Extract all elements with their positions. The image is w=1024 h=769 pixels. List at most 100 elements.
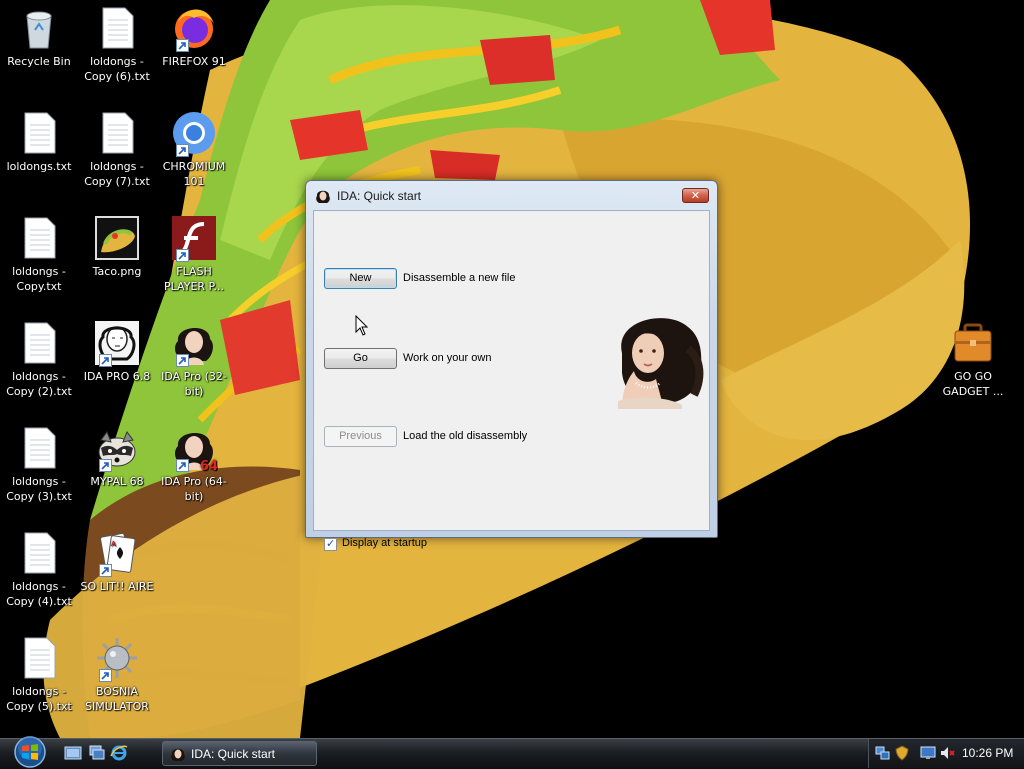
clock[interactable]: 10:26 PM xyxy=(962,746,1013,760)
icon-label: loldongs - Copy (7).txt xyxy=(84,160,150,188)
desktop-icon-go-go-gadget[interactable]: GO GO GADGET ... xyxy=(935,319,1011,399)
shortcut-arrow-icon xyxy=(176,459,189,472)
desktop-icon-ida-pro-64[interactable]: 64 IDA Pro (64-bit) xyxy=(156,424,232,504)
briefcase-icon xyxy=(949,319,997,367)
icon-label: loldongs - Copy (4).txt xyxy=(6,580,72,608)
taskbar-window-ida-quick-start[interactable]: IDA: Quick start xyxy=(162,741,317,766)
desktop-icon-so-lit-aire[interactable]: A SO LIT!! AIRE xyxy=(79,529,155,594)
ida-quick-start-dialog: IDA: Quick start ✕ New Disassemble a new… xyxy=(305,180,718,551)
ida-lovelace-portrait xyxy=(618,318,704,409)
desktop-icon-ida-pro-32[interactable]: IDA Pro (32-bit) xyxy=(156,319,232,399)
previous-button[interactable]: Previous xyxy=(324,426,397,447)
previous-description: Load the old disassembly xyxy=(403,430,528,442)
icon-label: loldongs - Copy (6).txt xyxy=(84,55,150,83)
desktop-icon-firefox-91[interactable]: FIREFOX 91 xyxy=(156,4,232,69)
dialog-content: New Disassemble a new file Go Work on yo… xyxy=(313,210,710,551)
ida-sketch-portrait-icon xyxy=(93,319,141,367)
recycle-bin-icon xyxy=(15,4,63,52)
icon-label: SO LIT!! AIRE xyxy=(80,580,154,593)
icon-label: IDA Pro (64-bit) xyxy=(161,475,227,503)
icon-label: CHROMIUM 101 xyxy=(162,160,226,188)
text-file-icon xyxy=(15,529,63,577)
new-button[interactable]: New xyxy=(324,268,397,289)
icon-label: MYPAL 68 xyxy=(90,475,144,488)
svg-text:64: 64 xyxy=(200,459,218,472)
desktop-icon-loldongs-copy-2[interactable]: loldongs - Copy (2).txt xyxy=(1,319,77,399)
firefox-icon xyxy=(170,4,218,52)
svg-text:A: A xyxy=(111,540,116,548)
new-button-label: New xyxy=(349,272,372,284)
security-tray-icon[interactable] xyxy=(894,745,910,761)
icon-label: Taco.png xyxy=(92,265,142,278)
desktop-icon-recycle-bin[interactable]: Recycle Bin xyxy=(1,4,77,69)
text-file-icon xyxy=(93,4,141,52)
desktop-icon-loldongs-copy-4[interactable]: loldongs - Copy (4).txt xyxy=(1,529,77,609)
ida-64-portrait-icon: 64 xyxy=(170,424,218,472)
icon-label: loldongs - Copy (2).txt xyxy=(6,370,72,398)
start-button[interactable] xyxy=(9,735,51,768)
display-at-startup-checkbox[interactable]: ✓ xyxy=(324,537,337,551)
desktop-icon-loldongs-copy-7[interactable]: loldongs - Copy (7).txt xyxy=(79,109,155,189)
raccoon-icon xyxy=(93,424,141,472)
chromium-icon xyxy=(170,109,218,157)
new-description: Disassemble a new file xyxy=(403,272,516,284)
icon-label: FIREFOX 91 xyxy=(162,55,226,68)
ida-portrait-icon xyxy=(170,319,218,367)
icon-label: loldongs.txt xyxy=(6,160,72,173)
icon-label: loldongs - Copy.txt xyxy=(12,265,66,293)
network-tray-icon[interactable] xyxy=(875,745,891,761)
text-file-icon xyxy=(15,214,63,262)
mouse-pointer-icon xyxy=(355,315,369,336)
text-file-icon xyxy=(15,319,63,367)
close-icon: ✕ xyxy=(690,189,701,202)
go-button-label: Go xyxy=(353,352,368,364)
taskbar-window-label: IDA: Quick start xyxy=(191,747,276,761)
desktop-icon-chromium-101[interactable]: CHROMIUM 101 xyxy=(156,109,232,189)
icon-label: GO GO GADGET ... xyxy=(942,370,1004,398)
taco-image-icon xyxy=(93,214,141,262)
shortcut-arrow-icon xyxy=(176,39,189,52)
text-file-icon xyxy=(15,424,63,472)
icon-label: BOSNIA SIMULATOR xyxy=(85,685,149,713)
internet-explorer-icon[interactable] xyxy=(110,744,128,762)
desktop-icon-loldongs-copy-6[interactable]: loldongs - Copy (6).txt xyxy=(79,4,155,84)
text-file-icon xyxy=(93,109,141,157)
display-at-startup-label: Display at startup xyxy=(342,537,427,549)
ida-portrait-icon xyxy=(171,748,185,761)
go-button[interactable]: Go xyxy=(324,348,397,369)
ida-portrait-icon xyxy=(316,190,330,203)
desktop-icon-taco-png[interactable]: Taco.png xyxy=(79,214,155,279)
text-file-icon xyxy=(15,634,63,682)
desktop-icon-ida-pro-68[interactable]: IDA PRO 6.8 xyxy=(79,319,155,384)
switch-windows-icon[interactable] xyxy=(88,744,106,762)
icon-label: loldongs - Copy (3).txt xyxy=(6,475,72,503)
close-button[interactable]: ✕ xyxy=(682,188,709,203)
shortcut-arrow-icon xyxy=(176,144,189,157)
checkmark-icon: ✓ xyxy=(326,537,336,550)
show-desktop-icon[interactable] xyxy=(64,744,82,762)
playing-cards-icon: A xyxy=(93,529,141,577)
display-tray-icon[interactable] xyxy=(920,745,936,761)
volume-muted-icon[interactable] xyxy=(939,745,955,761)
shortcut-arrow-icon xyxy=(176,249,189,262)
icon-label: IDA PRO 6.8 xyxy=(83,370,151,383)
icon-label: Recycle Bin xyxy=(7,55,71,68)
desktop-icon-loldongs-copy-3[interactable]: loldongs - Copy (3).txt xyxy=(1,424,77,504)
desktop-icon-loldongs[interactable]: loldongs.txt xyxy=(1,109,77,174)
desktop-icon-bosnia-simulator[interactable]: BOSNIA SIMULATOR xyxy=(79,634,155,714)
desktop-icon-loldongs-copy[interactable]: loldongs - Copy.txt xyxy=(1,214,77,294)
shortcut-arrow-icon xyxy=(99,459,112,472)
desktop-icon-flash-player[interactable]: FLASH PLAYER P... xyxy=(156,214,232,294)
previous-button-label: Previous xyxy=(339,430,382,442)
desktop-icon-mypal-68[interactable]: MYPAL 68 xyxy=(79,424,155,489)
icon-label: loldongs - Copy (5).txt xyxy=(6,685,72,713)
spiked-mine-icon xyxy=(93,634,141,682)
text-file-icon xyxy=(15,109,63,157)
desktop-icon-loldongs-copy-5[interactable]: loldongs - Copy (5).txt xyxy=(1,634,77,714)
dialog-titlebar[interactable]: IDA: Quick start ✕ xyxy=(306,181,717,210)
shortcut-arrow-icon xyxy=(99,564,112,577)
icon-label: FLASH PLAYER P... xyxy=(164,265,224,293)
flash-icon xyxy=(170,214,218,262)
shortcut-arrow-icon xyxy=(176,354,189,367)
dialog-title: IDA: Quick start xyxy=(337,189,422,203)
